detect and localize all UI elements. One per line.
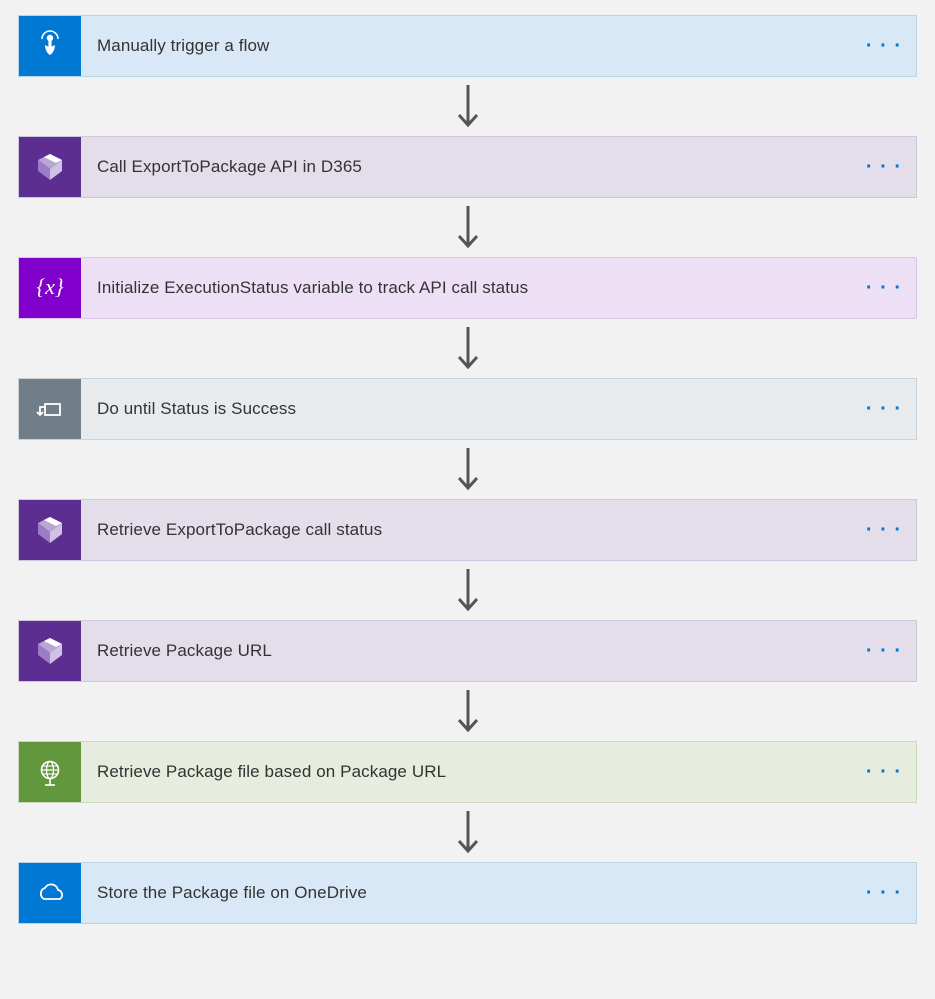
step-body: Initialize ExecutionStatus variable to t… — [81, 258, 916, 318]
step-body: Retrieve Package file based on Package U… — [81, 742, 916, 802]
step-body: Do until Status is Success · · · — [81, 379, 916, 439]
flow-step-store-onedrive[interactable]: Store the Package file on OneDrive · · · — [18, 862, 917, 924]
step-label: Store the Package file on OneDrive — [97, 883, 367, 903]
touch-icon — [19, 16, 81, 76]
more-button[interactable]: · · · — [866, 278, 902, 298]
variable-icon — [19, 258, 81, 318]
arrow-down-icon — [18, 561, 917, 620]
arrow-down-icon — [18, 682, 917, 741]
more-button[interactable]: · · · — [866, 157, 902, 177]
arrow-down-icon — [18, 198, 917, 257]
step-body: Store the Package file on OneDrive · · · — [81, 863, 916, 923]
flow-step-trigger[interactable]: Manually trigger a flow · · · — [18, 15, 917, 77]
step-body: Retrieve ExportToPackage call status · ·… — [81, 500, 916, 560]
flow-step-retrieve-file[interactable]: Retrieve Package file based on Package U… — [18, 741, 917, 803]
step-body: Call ExportToPackage API in D365 · · · — [81, 137, 916, 197]
flow-step-do-until[interactable]: Do until Status is Success · · · — [18, 378, 917, 440]
arrow-down-icon — [18, 803, 917, 862]
more-button[interactable]: · · · — [866, 883, 902, 903]
more-button[interactable]: · · · — [866, 520, 902, 540]
loop-icon — [19, 379, 81, 439]
more-button[interactable]: · · · — [866, 36, 902, 56]
more-button[interactable]: · · · — [866, 641, 902, 661]
flow-step-retrieve-url[interactable]: Retrieve Package URL · · · — [18, 620, 917, 682]
d365-icon — [19, 500, 81, 560]
step-label: Retrieve ExportToPackage call status — [97, 520, 382, 540]
more-button[interactable]: · · · — [866, 762, 902, 782]
more-button[interactable]: · · · — [866, 399, 902, 419]
arrow-down-icon — [18, 77, 917, 136]
step-label: Retrieve Package URL — [97, 641, 272, 661]
step-label: Do until Status is Success — [97, 399, 296, 419]
step-label: Call ExportToPackage API in D365 — [97, 157, 362, 177]
flow-step-export-api[interactable]: Call ExportToPackage API in D365 · · · — [18, 136, 917, 198]
d365-icon — [19, 621, 81, 681]
step-label: Manually trigger a flow — [97, 36, 269, 56]
flow-step-retrieve-status[interactable]: Retrieve ExportToPackage call status · ·… — [18, 499, 917, 561]
onedrive-icon — [19, 863, 81, 923]
d365-icon — [19, 137, 81, 197]
flow-step-init-var[interactable]: Initialize ExecutionStatus variable to t… — [18, 257, 917, 319]
arrow-down-icon — [18, 319, 917, 378]
http-icon — [19, 742, 81, 802]
arrow-down-icon — [18, 440, 917, 499]
step-body: Manually trigger a flow · · · — [81, 16, 916, 76]
step-label: Initialize ExecutionStatus variable to t… — [97, 278, 528, 298]
step-label: Retrieve Package file based on Package U… — [97, 762, 446, 782]
step-body: Retrieve Package URL · · · — [81, 621, 916, 681]
